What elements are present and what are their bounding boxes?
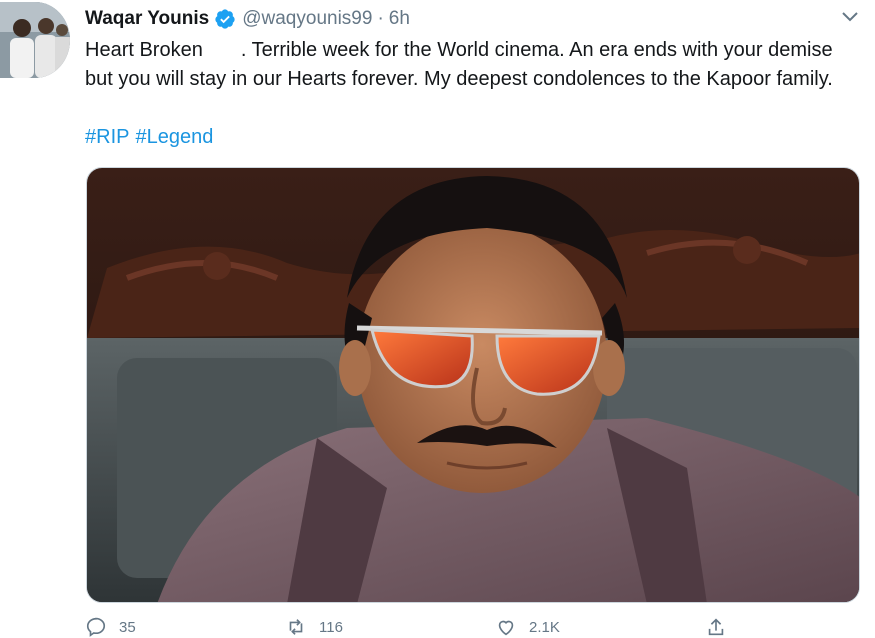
header-separator: · <box>377 8 384 29</box>
tweet-actions: 35 116 2.1K <box>85 616 785 637</box>
hashtag-list: #RIP #Legend <box>85 123 219 152</box>
author-handle[interactable]: @waqyounis99 <box>242 8 372 30</box>
tweet-header: Waqar Younis @waqyounis99 · 6h <box>85 6 410 32</box>
tweet-media-photo[interactable] <box>86 167 860 603</box>
chevron-down-icon[interactable] <box>837 6 863 28</box>
hashtag-rip[interactable]: #RIP <box>85 126 129 148</box>
like-count: 2.1K <box>529 618 560 636</box>
reply-button[interactable]: 35 <box>85 616 136 638</box>
like-button[interactable]: 2.1K <box>495 616 560 638</box>
author-name[interactable]: Waqar Younis <box>85 8 209 30</box>
tweet-text: Heart Broken. Terrible week for the Worl… <box>85 36 865 94</box>
author-avatar[interactable] <box>0 2 70 78</box>
heart-icon <box>498 620 514 636</box>
tweet-timestamp[interactable]: 6h <box>389 8 410 30</box>
retweet-icon <box>289 619 303 635</box>
share-icon <box>708 618 724 636</box>
hashtag-legend[interactable]: #Legend <box>135 126 213 148</box>
share-button[interactable] <box>705 616 727 638</box>
reply-count: 35 <box>119 618 136 636</box>
verified-badge-icon <box>214 8 236 30</box>
retweet-count: 116 <box>319 618 343 636</box>
retweet-button[interactable]: 116 <box>285 616 343 638</box>
tweet-text-part1: Heart Broken <box>85 39 203 61</box>
reply-icon <box>86 617 106 637</box>
